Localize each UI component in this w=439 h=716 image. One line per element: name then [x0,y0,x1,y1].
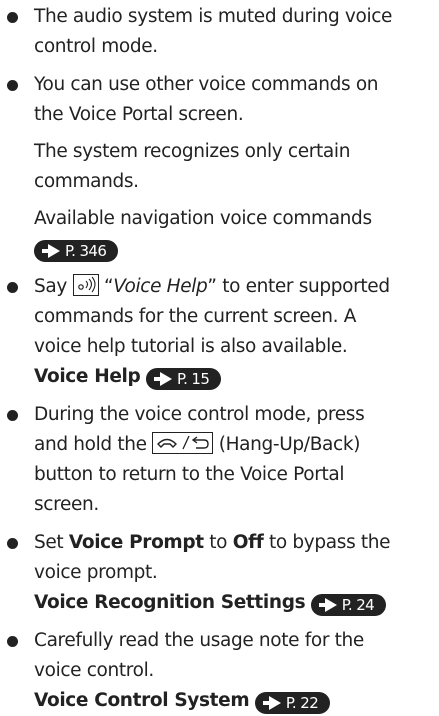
hang-up-back-button-icon [152,432,214,454]
reference-label: Voice Control System [34,690,250,711]
bullet-dot [7,12,18,23]
page-reference-link[interactable]: P. 15 [145,368,222,390]
bullet-text: Available navigation voice commands [34,208,372,229]
bullet-item-voice-help: Say “Voice Help” to enter supported comm… [0,272,390,392]
setting-name: Voice Prompt [68,532,204,553]
bullet-text: button to return to the Voice Portal [34,464,345,485]
bullet-item-muted: The audio system is muted during voice c… [0,2,392,62]
bullet-text: voice control. [34,660,154,681]
bullet-text: voice prompt. [34,562,158,583]
voice-help-command: Voice Help [113,276,208,297]
bullet-text: the Voice Portal screen. [34,104,244,125]
page-reference-link[interactable]: P. 346 [34,240,119,262]
reference-label: Voice Help [34,366,141,387]
bullet-text: You can use other voice commands on [34,74,379,95]
bullet-item-usage-note: Carefully read the usage note for the vo… [0,626,364,716]
bullet-item-voice-portal: You can use other voice commands on the … [0,70,379,264]
bullet-dot [7,282,18,293]
bullet-text: control mode. [34,36,158,57]
bullet-text: commands for the current screen. A [34,306,357,327]
bullet-dot [7,410,18,421]
bullet-text: screen. [34,494,99,515]
bullet-text: During the voice control mode, press [34,404,365,425]
talk-button-icon [72,274,99,296]
page-reference-link[interactable]: P. 22 [254,692,331,714]
bullet-dot [7,636,18,647]
bullet-text: The system recognizes only certain [34,141,351,162]
bullet-text: commands. [34,171,139,192]
bullet-text: Carefully read the usage note for the [34,630,364,651]
bullet-text: voice help tutorial is also available. [34,336,348,357]
bullet-text: The audio system is muted during voice [34,6,393,27]
bullet-dot [7,80,18,91]
reference-label: Voice Recognition Settings [34,592,306,613]
bullet-item-hang-up: During the voice control mode, press and… [0,400,365,520]
setting-value: Off [232,532,264,553]
page-reference-link[interactable]: P. 24 [310,594,387,616]
bullet-item-voice-prompt: Set Voice Prompt to Off to bypass the vo… [0,528,391,618]
bullet-dot [7,538,18,549]
